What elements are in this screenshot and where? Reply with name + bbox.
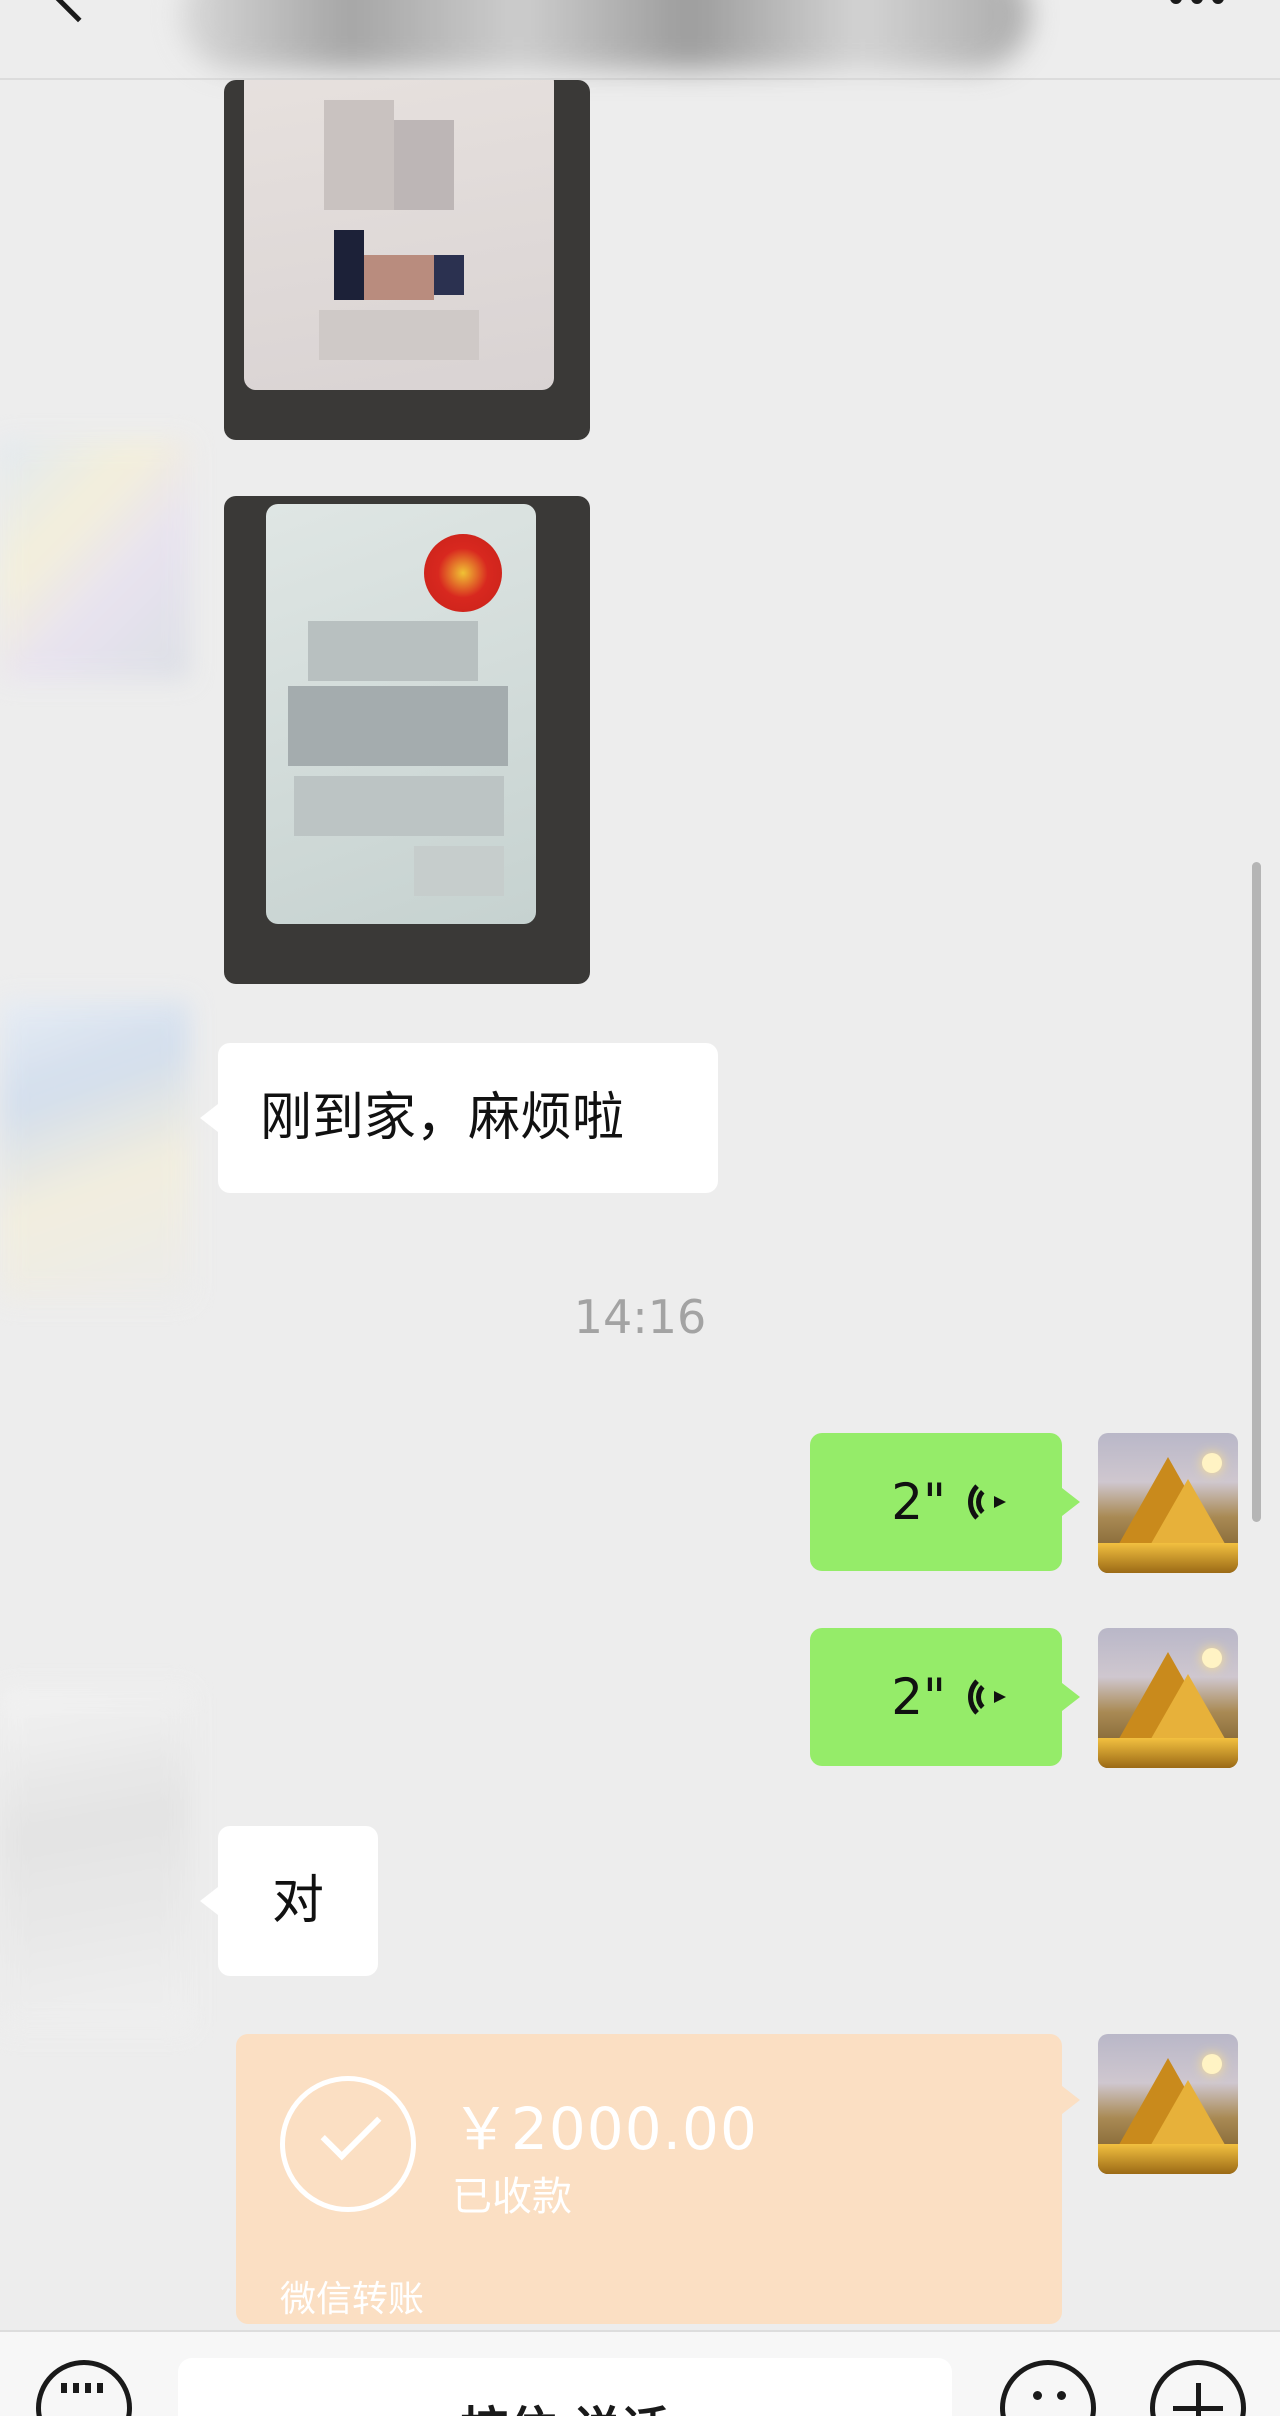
emoji-icon[interactable]	[1000, 2360, 1096, 2416]
voice-wave-icon	[968, 1477, 1008, 1527]
blurred-contact-avatar[interactable]	[0, 1690, 190, 2030]
message-text: 对	[272, 1871, 325, 1931]
pixelated-region	[324, 100, 394, 210]
own-avatar[interactable]	[1098, 1433, 1238, 1573]
own-avatar[interactable]	[1098, 2034, 1238, 2174]
voice-duration: 2"	[891, 1668, 946, 1726]
transfer-status: 已收款	[452, 2174, 572, 2220]
outgoing-voice-message[interactable]: 2"	[810, 1433, 1080, 1571]
plus-icon[interactable]	[1150, 2360, 1246, 2416]
top-bar	[0, 0, 1280, 80]
incoming-message-bubble[interactable]: 对	[200, 1826, 378, 1976]
scrollbar[interactable]	[1252, 862, 1261, 1522]
incoming-message-bubble[interactable]: 刚到家，麻烦啦	[200, 1043, 718, 1193]
chevron-left-icon[interactable]	[49, 0, 107, 23]
pixelated-region	[394, 120, 454, 210]
message-text: 刚到家，麻烦啦	[260, 1088, 625, 1148]
input-bar: 按住 说话	[0, 2330, 1280, 2416]
outgoing-voice-message[interactable]: 2"	[810, 1628, 1080, 1766]
transfer-amount: ￥2000.00	[452, 2095, 758, 2163]
pixelated-region	[434, 255, 464, 295]
voice-wave-icon	[968, 1672, 1008, 1722]
own-avatar[interactable]	[1098, 1628, 1238, 1768]
pixelated-region	[319, 310, 479, 360]
image-message[interactable]	[224, 496, 590, 984]
pixelated-region	[294, 776, 504, 836]
national-emblem-icon	[424, 534, 502, 612]
pixelated-region	[308, 621, 478, 681]
check-circle-icon	[280, 2076, 416, 2212]
transfer-label: 微信转账	[280, 2279, 425, 2320]
pixelated-region	[364, 255, 434, 300]
voice-duration: 2"	[891, 1473, 946, 1531]
message-timestamp: 14:16	[573, 1290, 707, 1344]
image-message[interactable]	[224, 80, 590, 440]
more-dots-icon[interactable]	[1170, 0, 1224, 4]
blurred-chat-title	[180, 0, 1030, 70]
pixelated-region	[414, 846, 504, 896]
transfer-card[interactable]: ￥2000.00 已收款 微信转账	[236, 2034, 1080, 2324]
blurred-contact-avatar[interactable]	[0, 440, 190, 680]
keyboard-icon[interactable]	[36, 2360, 132, 2416]
pixelated-region	[288, 686, 508, 766]
pixelated-region	[334, 230, 364, 300]
hold-to-talk-button[interactable]: 按住 说话	[178, 2358, 952, 2416]
blurred-contact-avatar[interactable]	[0, 1000, 190, 1300]
